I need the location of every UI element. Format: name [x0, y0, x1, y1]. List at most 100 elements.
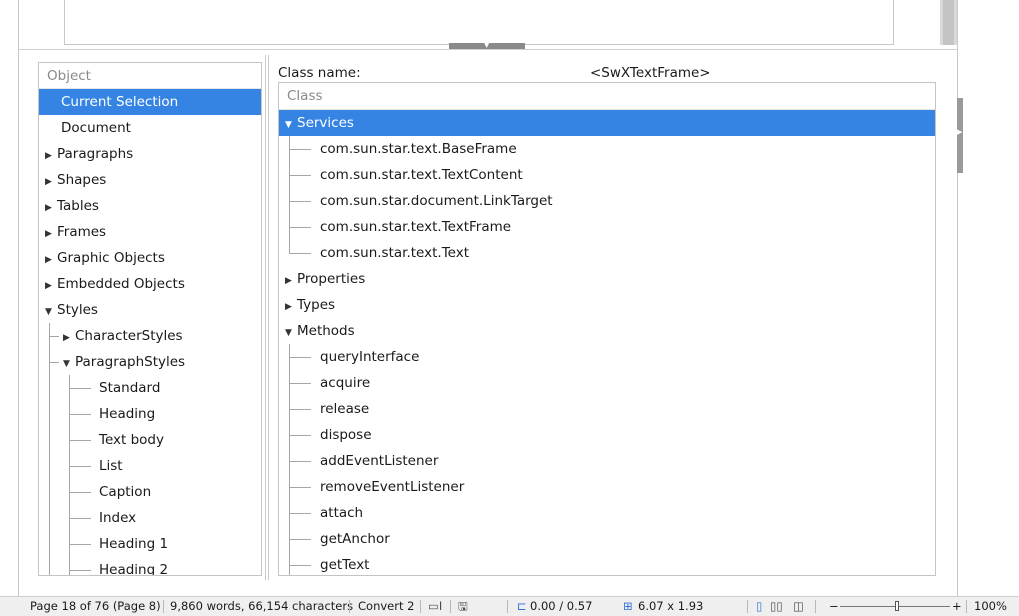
expand-triangle-icon[interactable]: ▶ — [63, 325, 75, 351]
tree-item-shapes[interactable]: ▶ Shapes — [39, 167, 261, 193]
status-separator — [450, 600, 451, 613]
method-item[interactable]: getText — [279, 552, 935, 575]
method-item[interactable]: attach — [279, 500, 935, 526]
object-tree-header: Object — [39, 63, 261, 89]
method-item[interactable]: getAnchor — [279, 526, 935, 552]
tree-connector — [289, 487, 311, 488]
scrollbar-thumb[interactable] — [943, 0, 954, 45]
tree-item-heading-1[interactable]: Heading 1 — [39, 531, 261, 557]
zoom-out-button[interactable]: − — [829, 597, 839, 616]
collapse-triangle-icon[interactable]: ▼ — [285, 112, 297, 138]
size-status: 6.07 x 1.93 — [638, 599, 704, 613]
tree-item-label: CharacterStyles — [75, 328, 183, 344]
collapse-triangle-icon[interactable]: ▼ — [63, 351, 75, 377]
tree-connector — [289, 565, 311, 566]
method-item[interactable]: acquire — [279, 370, 935, 396]
single-page-view-icon[interactable]: ▯ — [756, 597, 762, 616]
tree-item-label: Heading — [99, 406, 156, 422]
document-page[interactable] — [64, 0, 894, 45]
tree-item-heading-2[interactable]: Heading 2 — [39, 557, 261, 576]
expand-triangle-icon[interactable]: ▶ — [45, 221, 57, 247]
page-count-status[interactable]: Page 18 of 76 (Page 8) — [30, 597, 161, 616]
multi-page-view-icon[interactable]: ▯▯ — [770, 597, 783, 616]
method-item[interactable]: dispose — [279, 422, 935, 448]
tree-item-heading[interactable]: Heading — [39, 401, 261, 427]
tree-node-types[interactable]: ▶ Types — [279, 292, 935, 318]
service-item[interactable]: com.sun.star.text.TextContent — [279, 162, 935, 188]
inspector-tree[interactable]: Class ▼ Services com.sun.star.text.BaseFr… — [278, 82, 936, 576]
tree-item-label: List — [99, 458, 123, 474]
tree-item-frames[interactable]: ▶ Frames — [39, 219, 261, 245]
method-name: removeEventListener — [320, 479, 465, 495]
tree-item-text-body[interactable]: Text body — [39, 427, 261, 453]
expand-triangle-icon[interactable]: ▶ — [285, 268, 297, 294]
tree-connector — [69, 388, 91, 389]
object-tree[interactable]: Object Current Selection Document ▶ Parag… — [38, 62, 262, 576]
position-status: 0.00 / 0.57 — [530, 599, 593, 613]
tree-connector — [289, 539, 311, 540]
method-item[interactable]: removeEventListener — [279, 474, 935, 500]
tree-item-caption[interactable]: Caption — [39, 479, 261, 505]
collapse-triangle-icon[interactable]: ▼ — [285, 320, 297, 346]
page-style-status[interactable]: Convert 2 — [358, 597, 414, 616]
tree-connector — [49, 505, 50, 531]
expand-triangle-icon[interactable]: ▶ — [285, 294, 297, 320]
tree-connector — [69, 466, 91, 467]
method-name: getText — [320, 557, 370, 573]
service-item[interactable]: com.sun.star.text.Text — [279, 240, 935, 266]
tree-item-label: Caption — [99, 484, 152, 500]
tree-item-standard[interactable]: Standard — [39, 375, 261, 401]
tree-node-methods[interactable]: ▼ Methods — [279, 318, 935, 344]
zoom-in-button[interactable]: + — [952, 597, 962, 616]
tree-item-label: Document — [61, 120, 131, 136]
tree-item-current-selection[interactable]: Current Selection — [39, 89, 261, 115]
insert-mode-icon[interactable]: ▭I — [428, 597, 442, 616]
service-item[interactable]: com.sun.star.text.TextFrame — [279, 214, 935, 240]
expand-triangle-icon[interactable]: ▶ — [45, 195, 57, 221]
expand-triangle-icon[interactable]: ▶ — [45, 143, 57, 169]
tree-item-paragraphs[interactable]: ▶ Paragraphs — [39, 141, 261, 167]
tree-item-styles[interactable]: ▼ Styles — [39, 297, 261, 323]
position-icon: ⊏ — [517, 599, 527, 613]
pane-splitter[interactable] — [265, 55, 269, 580]
word-count-status[interactable]: 9,860 words, 66,154 characters — [170, 597, 353, 616]
tree-item-label: Tables — [57, 198, 99, 214]
tree-item-characterstyles[interactable]: ▶ CharacterStyles — [39, 323, 261, 349]
tree-connector — [69, 557, 70, 575]
tree-item-list[interactable]: List — [39, 453, 261, 479]
zoom-slider-thumb[interactable] — [895, 601, 899, 611]
sidebar-toggle-tab[interactable]: ▶ — [957, 98, 963, 173]
zoom-percent[interactable]: 100% — [974, 597, 1007, 616]
tree-item-label: Styles — [57, 302, 98, 318]
tree-item-label: Heading 2 — [99, 562, 169, 576]
expand-triangle-icon[interactable]: ▶ — [45, 169, 57, 195]
tree-item-label: Graphic Objects — [57, 250, 165, 266]
service-name: com.sun.star.text.TextFrame — [320, 219, 512, 235]
chevron-right-icon: ▶ — [957, 128, 963, 136]
service-item[interactable]: com.sun.star.document.LinkTarget — [279, 188, 935, 214]
status-bar: Page 18 of 76 (Page 8) 9,860 words, 66,1… — [19, 596, 1019, 616]
tree-connector — [289, 201, 311, 202]
tree-item-graphic-objects[interactable]: ▶ Graphic Objects — [39, 245, 261, 271]
method-item[interactable]: addEventListener — [279, 448, 935, 474]
tree-item-tables[interactable]: ▶ Tables — [39, 193, 261, 219]
tree-node-properties[interactable]: ▶ Properties — [279, 266, 935, 292]
tree-item-paragraphstyles[interactable]: ▼ ParagraphStyles — [39, 349, 261, 375]
book-view-icon[interactable]: ◫ — [793, 597, 804, 616]
tree-item-document[interactable]: Document — [39, 115, 261, 141]
tree-item-embedded-objects[interactable]: ▶ Embedded Objects — [39, 271, 261, 297]
expand-triangle-icon[interactable]: ▶ — [45, 273, 57, 299]
tree-node-services[interactable]: ▼ Services — [279, 110, 935, 136]
document-vertical-scrollbar[interactable] — [940, 0, 957, 45]
collapse-triangle-icon[interactable]: ▼ — [45, 299, 57, 325]
save-status-icon[interactable]: 🖫 — [458, 597, 468, 616]
inspector-tree-header: Class — [279, 83, 935, 110]
service-item[interactable]: com.sun.star.text.BaseFrame — [279, 136, 935, 162]
expand-triangle-icon[interactable]: ▶ — [45, 247, 57, 273]
method-item[interactable]: release — [279, 396, 935, 422]
status-separator — [163, 600, 164, 613]
tree-item-index[interactable]: Index — [39, 505, 261, 531]
status-separator — [966, 600, 967, 613]
method-item[interactable]: queryInterface — [279, 344, 935, 370]
tree-connector — [69, 414, 91, 415]
